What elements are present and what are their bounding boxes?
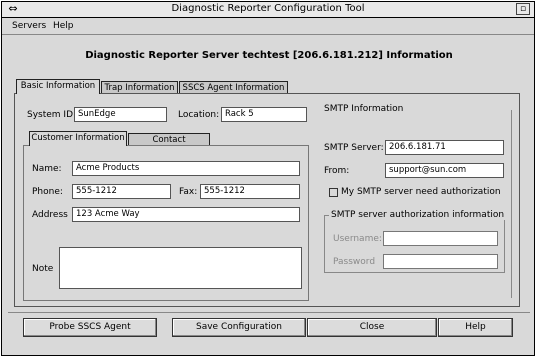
name-field[interactable]: Acme Products xyxy=(72,161,300,176)
from-field[interactable]: support@sun.com xyxy=(385,163,504,178)
address-field[interactable]: 123 Acme Way xyxy=(72,207,300,222)
smtp-server-label: SMTP Server: xyxy=(324,143,384,153)
system-id-label: System ID: xyxy=(27,110,77,120)
password-field[interactable] xyxy=(383,254,498,269)
smtp-auth-group-title: SMTP server authorization information xyxy=(329,210,507,220)
smtp-server-field[interactable]: 206.6.181.71 xyxy=(385,140,504,155)
username-field[interactable] xyxy=(383,231,498,246)
name-label: Name: xyxy=(32,164,62,174)
fax-label: Fax: xyxy=(179,187,198,197)
help-button[interactable]: Help xyxy=(438,318,513,337)
menu-servers[interactable]: Servers xyxy=(12,21,46,31)
note-textarea[interactable] xyxy=(59,247,302,289)
menu-bar: Servers Help xyxy=(2,18,534,35)
page-title: Diagnostic Reporter Server techtest [206… xyxy=(85,50,453,61)
button-bar-divider xyxy=(8,312,530,313)
password-label: Password xyxy=(333,257,376,267)
save-configuration-button[interactable]: Save Configuration xyxy=(172,318,306,337)
username-label: Username: xyxy=(333,234,382,244)
note-label: Note xyxy=(32,264,54,274)
title-bar[interactable]: ⇔ Diagnostic Reporter Configuration Tool… xyxy=(2,2,534,18)
location-label: Location: xyxy=(178,110,220,120)
phone-label: Phone: xyxy=(32,187,63,197)
tab-customer-information[interactable]: Customer Information xyxy=(29,131,127,146)
fax-field[interactable]: 555-1212 xyxy=(200,184,300,199)
smtp-auth-checkbox-label: My SMTP server need authorization xyxy=(341,187,501,197)
smtp-section-border xyxy=(511,110,512,298)
phone-field[interactable]: 555-1212 xyxy=(72,184,171,199)
smtp-section-title: SMTP Information xyxy=(324,104,404,114)
smtp-auth-checkbox[interactable] xyxy=(329,188,338,197)
window-title: Diagnostic Reporter Configuration Tool xyxy=(171,3,365,14)
address-label: Address xyxy=(32,210,68,220)
menu-help[interactable]: Help xyxy=(53,21,74,31)
tab-basic-information[interactable]: Basic Information xyxy=(16,79,100,94)
from-label: From: xyxy=(324,166,350,176)
maximize-icon[interactable]: ▫ xyxy=(516,3,530,15)
close-button[interactable]: Close xyxy=(307,318,437,337)
probe-sscs-agent-button[interactable]: Probe SSCS Agent xyxy=(23,318,157,337)
location-field[interactable]: Rack 5 xyxy=(221,107,307,122)
system-id-field[interactable]: SunEdge xyxy=(74,107,167,122)
